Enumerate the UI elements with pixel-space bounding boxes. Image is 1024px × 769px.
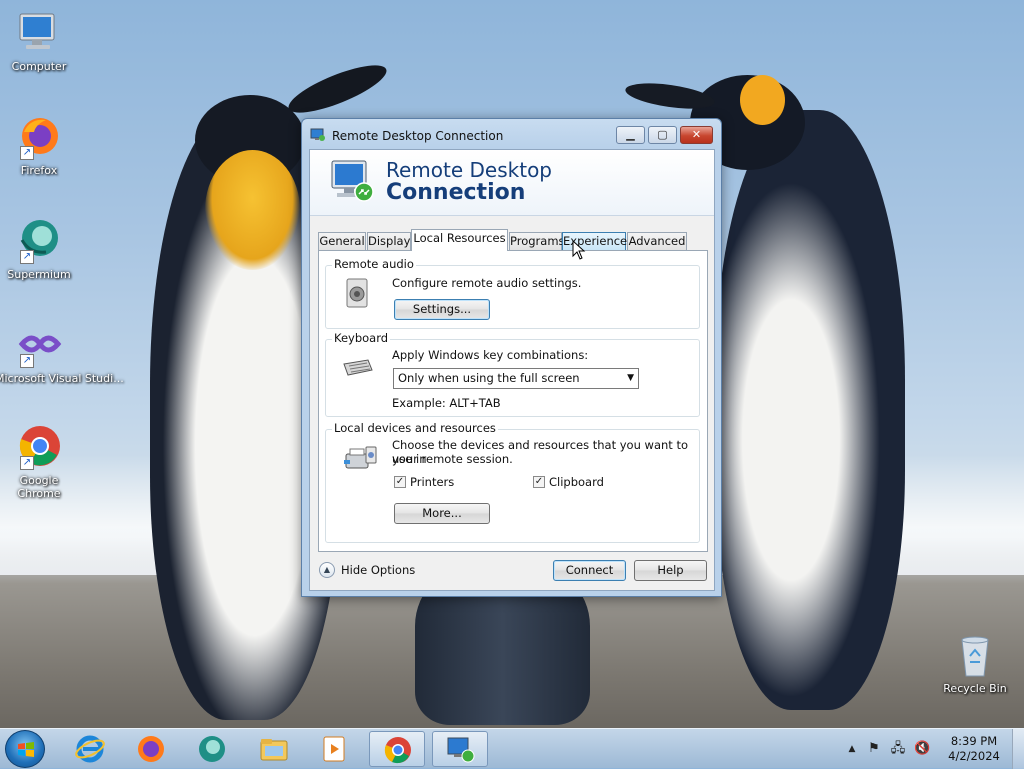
clock-time: 8:39 PM (950, 734, 998, 748)
show-hidden-icons-chevron-icon[interactable]: ▲ (844, 741, 860, 757)
desktop-icon-supermium[interactable]: ↗ Supermium (1, 218, 77, 281)
window-client-area: Remote Desktop Connection General Displa… (309, 149, 715, 591)
printers-checkbox[interactable]: ✓ (394, 476, 406, 488)
keyboard-description: Apply Windows key combinations: (392, 348, 589, 362)
keyboard-icon (342, 358, 374, 378)
help-button[interactable]: Help (634, 560, 707, 581)
audio-settings-button[interactable]: Settings... (394, 299, 490, 320)
supermium-icon: ↗ (16, 218, 62, 264)
keyboard-title: Keyboard (332, 331, 391, 345)
windows-key-combination-select[interactable]: Only when using the full screen ▼ (393, 368, 639, 389)
clipboard-label[interactable]: Clipboard (549, 475, 604, 489)
remote-audio-group: Remote audio Configure remote audio sett… (325, 257, 700, 329)
taskbar-remote-desktop[interactable] (432, 731, 488, 767)
desktop-icon-firefox[interactable]: ↗ Firefox (1, 114, 77, 177)
shortcut-arrow-icon: ↗ (20, 250, 34, 264)
firefox-icon (138, 736, 164, 762)
taskbar-internet-explorer[interactable] (62, 731, 118, 767)
local-devices-title: Local devices and resources (332, 421, 498, 435)
network-icon[interactable]: 🖧 (890, 741, 906, 757)
keyboard-example: Example: ALT+TAB (392, 396, 501, 410)
close-button[interactable]: ✕ (680, 126, 713, 144)
desktop-icon-google-chrome[interactable]: ↗ Google Chrome (1, 424, 77, 500)
banner-title-line1: Remote Desktop (386, 158, 553, 182)
mouse-cursor-icon (572, 240, 586, 260)
window-title: Remote Desktop Connection (332, 129, 504, 143)
desktop-icon-computer[interactable]: Computer (1, 10, 77, 73)
visual-studio-icon: ↗ (16, 322, 62, 368)
supermium-icon (199, 736, 225, 762)
tab-display[interactable]: Display (367, 232, 411, 250)
wallpaper-penguin-left-neck (205, 150, 300, 270)
desktop-icon-visual-studio[interactable]: ↗ Microsoft Visual Studi... (0, 322, 124, 385)
wallpaper-penguin-left-beak (283, 56, 392, 122)
speaker-icon (344, 278, 372, 308)
keyboard-group: Keyboard Apply Windows key combinations:… (325, 331, 700, 417)
local-devices-group: Local devices and resources Choose the d… (325, 421, 700, 543)
shortcut-arrow-icon: ↗ (20, 146, 34, 160)
taskbar-media-player[interactable] (307, 731, 363, 767)
internet-explorer-icon (75, 735, 105, 763)
printers-label[interactable]: Printers (410, 475, 454, 489)
desktop-icon-recycle-bin[interactable]: Recycle Bin (937, 632, 1013, 695)
devices-icon (342, 444, 378, 474)
wallpaper-penguin-right (715, 110, 905, 710)
clock[interactable]: 8:39 PM 4/2/2024 (944, 734, 1004, 764)
media-player-icon (323, 736, 345, 762)
more-devices-button[interactable]: More... (394, 503, 490, 524)
remote-desktop-icon (447, 737, 475, 763)
remote-audio-description: Configure remote audio settings. (392, 276, 582, 290)
chevron-up-icon: ▲ (319, 562, 335, 578)
computer-icon (16, 10, 62, 56)
taskbar-chrome[interactable] (369, 731, 425, 767)
hide-options-label[interactable]: Hide Options (341, 563, 415, 577)
tab-general[interactable]: General (318, 232, 366, 250)
start-button[interactable] (5, 730, 45, 768)
tab-advanced[interactable]: Advanced (627, 232, 687, 250)
banner: Remote Desktop Connection (310, 150, 714, 216)
volume-muted-icon[interactable]: 🔇 (914, 741, 930, 757)
remote-audio-title: Remote audio (332, 257, 416, 271)
action-center-flag-icon[interactable]: ⚑ (866, 741, 882, 757)
remote-desktop-icon (310, 128, 326, 142)
file-explorer-icon (260, 739, 288, 761)
recycle-bin-icon (952, 632, 998, 678)
maximize-button[interactable]: ▢ (648, 126, 677, 144)
wallpaper-penguin-right-cheek (740, 75, 785, 125)
taskbar-firefox[interactable] (123, 731, 179, 767)
windows-logo-icon (18, 742, 34, 757)
tab-local-resources[interactable]: Local Resources (411, 229, 508, 251)
banner-title-line2: Connection (386, 180, 526, 205)
taskbar: ▲ ⚑ 🖧 🔇 8:39 PM 4/2/2024 (0, 728, 1024, 769)
shortcut-arrow-icon: ↗ (20, 354, 34, 368)
window-titlebar[interactable]: Remote Desktop Connection ▁ ▢ ✕ (302, 119, 721, 149)
maximize-icon: ▢ (657, 128, 668, 141)
taskbar-file-explorer[interactable] (246, 731, 302, 767)
clipboard-checkbox[interactable]: ✓ (533, 476, 545, 488)
show-desktop-button[interactable] (1012, 729, 1024, 769)
wallpaper-penguin-right-beak (623, 78, 717, 114)
tab-programs[interactable]: Programs (509, 232, 565, 250)
taskbar-supermium[interactable] (184, 731, 240, 767)
windows-key-combination-value: Only when using the full screen (398, 371, 580, 385)
shortcut-arrow-icon: ↗ (20, 456, 34, 470)
chrome-icon (384, 737, 411, 764)
minimize-icon: ▁ (626, 128, 635, 141)
clock-date: 4/2/2024 (948, 749, 1000, 763)
close-icon: ✕ (691, 128, 702, 141)
chrome-icon: ↗ (16, 424, 62, 470)
remote-desktop-window: Remote Desktop Connection ▁ ▢ ✕ Remote D… (301, 118, 722, 597)
local-resources-panel: Remote audio Configure remote audio sett… (318, 250, 708, 552)
connect-button[interactable]: Connect (553, 560, 626, 581)
dropdown-arrow-icon: ▼ (627, 373, 634, 383)
minimize-button[interactable]: ▁ (616, 126, 645, 144)
firefox-icon: ↗ (16, 114, 62, 160)
local-devices-description-line2: your remote session. (392, 452, 513, 466)
remote-desktop-banner-icon (328, 158, 378, 206)
